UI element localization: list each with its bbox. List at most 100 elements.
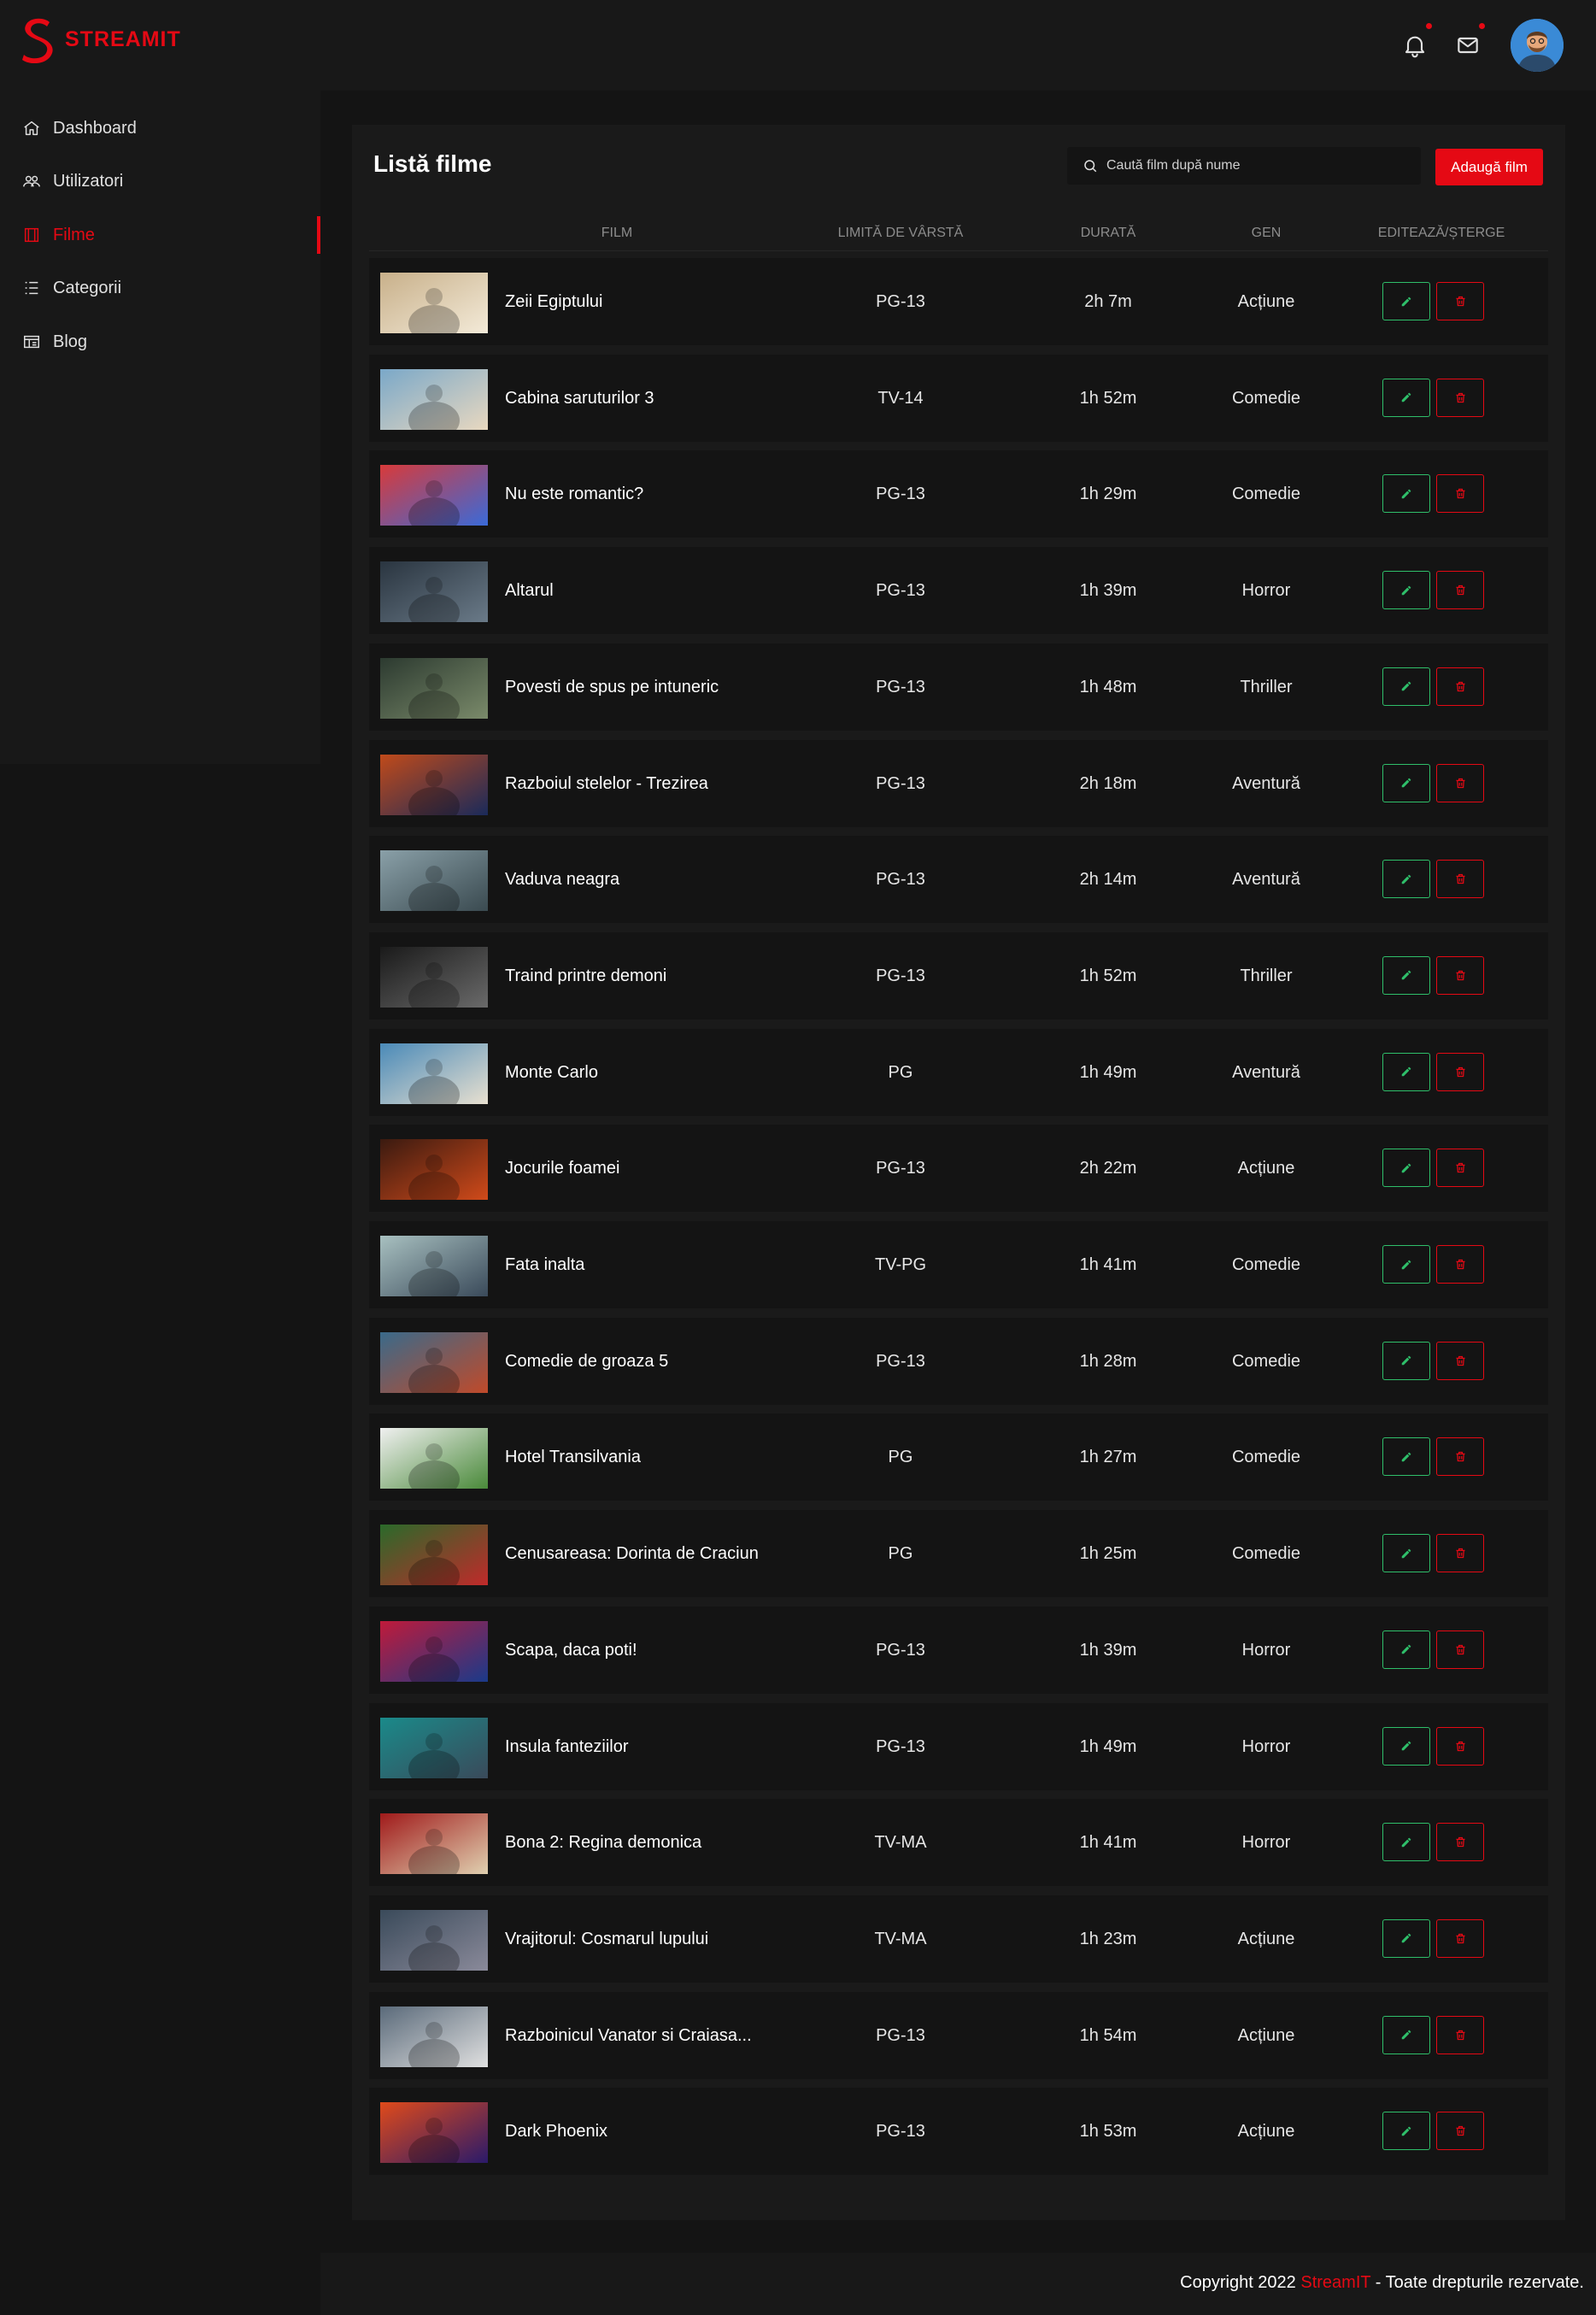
delete-button[interactable] [1436, 1052, 1484, 1091]
delete-button[interactable] [1436, 1149, 1484, 1188]
trash-icon [1456, 2030, 1464, 2040]
table-row: Vaduva neagra PG-13 2h 14m Aventură [369, 836, 1548, 924]
delete-button[interactable] [1436, 378, 1484, 417]
movie-poster [380, 754, 488, 815]
notifications-button[interactable] [1401, 23, 1432, 59]
delete-button[interactable] [1436, 1341, 1484, 1380]
movie-title: Scapa, daca poti! [505, 1640, 637, 1660]
movie-age-limit: TV-PG [874, 1255, 926, 1274]
edit-button[interactable] [1382, 378, 1430, 417]
edit-button[interactable] [1382, 667, 1430, 706]
edit-button[interactable] [1382, 763, 1430, 802]
delete-button[interactable] [1436, 1630, 1484, 1669]
user-avatar[interactable] [1511, 19, 1564, 72]
delete-button[interactable] [1436, 474, 1484, 514]
delete-button[interactable] [1436, 667, 1484, 706]
trash-icon [1456, 296, 1464, 307]
copyright-brand-link[interactable]: StreamIT [1300, 2273, 1370, 2292]
movie-title: Razboiul stelelor - Trezirea [505, 773, 708, 793]
movie-age-limit: PG-13 [876, 485, 925, 504]
delete-button[interactable] [1436, 955, 1484, 995]
delete-button[interactable] [1436, 282, 1484, 320]
delete-button[interactable] [1436, 2112, 1484, 2151]
search-input[interactable] [1106, 158, 1414, 173]
movie-poster [380, 273, 488, 333]
copyright-text: Copyright 2022 StreamIT - Toate drepturi… [1180, 2273, 1584, 2293]
edit-button[interactable] [1382, 1630, 1430, 1669]
edit-button[interactable] [1382, 1918, 1430, 1958]
delete-button[interactable] [1436, 1534, 1484, 1573]
edit-button[interactable] [1382, 1726, 1430, 1766]
add-movie-button[interactable]: Adaugă film [1435, 149, 1543, 185]
list-icon [25, 281, 38, 295]
movie-poster [380, 946, 488, 1008]
pencil-icon [1401, 489, 1411, 499]
movie-genre: Acțiune [1237, 2122, 1295, 2142]
sidebar-item-blog[interactable]: Blog [0, 320, 320, 363]
sidebar-item-movies[interactable]: Filme [0, 214, 320, 256]
delete-button[interactable] [1436, 1437, 1484, 1477]
delete-button[interactable] [1436, 2015, 1484, 2054]
sidebar-item-dashboard[interactable]: Dashboard [0, 107, 320, 150]
movie-genre: Aventură [1232, 1062, 1300, 1082]
table-row: Monte Carlo PG 1h 49m Aventură [369, 1028, 1548, 1116]
film-icon [24, 227, 39, 243]
table-row: Bona 2: Regina demonica TV-MA 1h 41m Horror [369, 1799, 1548, 1887]
movie-title: Hotel Transilvania [505, 1448, 641, 1467]
table-row: Traind printre demoni PG-13 1h 52m Thriller [369, 931, 1548, 1019]
movie-title: Monte Carlo [505, 1062, 598, 1082]
sidebar-item-users[interactable]: Utilizatori [0, 160, 320, 203]
delete-button[interactable] [1436, 763, 1484, 802]
movie-genre: Acțiune [1237, 1159, 1295, 1178]
sidebar-item-categories[interactable]: Categorii [0, 267, 320, 309]
delete-button[interactable] [1436, 1918, 1484, 1958]
edit-button[interactable] [1382, 1149, 1430, 1188]
delete-button[interactable] [1436, 571, 1484, 610]
edit-button[interactable] [1382, 2112, 1430, 2151]
edit-button[interactable] [1382, 1245, 1430, 1284]
trash-icon [1456, 1452, 1464, 1462]
pencil-icon [1401, 682, 1411, 691]
edit-button[interactable] [1382, 1052, 1430, 1091]
messages-button[interactable] [1454, 23, 1485, 59]
movie-poster [380, 465, 488, 526]
pencil-icon [1401, 1837, 1411, 1847]
movie-title: Comedie de groaza 5 [505, 1351, 669, 1371]
edit-button[interactable] [1382, 571, 1430, 610]
edit-button[interactable] [1382, 1534, 1430, 1573]
table-row: Altarul PG-13 1h 39m Horror [369, 547, 1548, 635]
pencil-icon [1401, 1934, 1411, 1943]
trash-icon [1456, 1066, 1464, 1077]
edit-button[interactable] [1382, 1823, 1430, 1862]
edit-button[interactable] [1382, 955, 1430, 995]
delete-button[interactable] [1436, 1823, 1484, 1862]
movie-age-limit: PG [888, 1062, 913, 1082]
pencil-icon [1401, 585, 1411, 595]
table-row: Cabina saruturilor 3 TV-14 1h 52m Comedie [369, 354, 1548, 442]
logo[interactable]: STREAMIT [19, 15, 181, 63]
table-row: Vrajitorul: Cosmarul lupului TV-MA 1h 23m A… [369, 1895, 1548, 1983]
edit-button[interactable] [1382, 282, 1430, 320]
delete-button[interactable] [1436, 1245, 1484, 1284]
pencil-icon [1401, 297, 1411, 306]
message-dot [1479, 23, 1485, 29]
trash-icon [1456, 874, 1464, 884]
edit-button[interactable] [1382, 1341, 1430, 1380]
movie-genre: Horror [1241, 1640, 1291, 1660]
movie-age-limit: PG-13 [876, 966, 925, 985]
edit-button[interactable] [1382, 860, 1430, 899]
movie-age-limit: PG-13 [876, 292, 925, 311]
notification-dot [1426, 23, 1432, 29]
edit-button[interactable] [1382, 1437, 1430, 1477]
movie-title: Cabina saruturilor 3 [505, 388, 654, 408]
delete-button[interactable] [1436, 860, 1484, 899]
movie-age-limit: PG-13 [876, 1640, 925, 1660]
delete-button[interactable] [1436, 1726, 1484, 1766]
edit-button[interactable] [1382, 2015, 1430, 2054]
search-box[interactable] [1067, 147, 1421, 185]
sidebar-item-label: Blog [53, 332, 88, 351]
edit-button[interactable] [1382, 474, 1430, 514]
table-row: Povesti de spus pe intuneric PG-13 1h 48m T… [369, 643, 1548, 731]
sidebar-item-label: Utilizatori [53, 171, 124, 191]
sidebar-item-label: Dashboard [53, 118, 137, 138]
